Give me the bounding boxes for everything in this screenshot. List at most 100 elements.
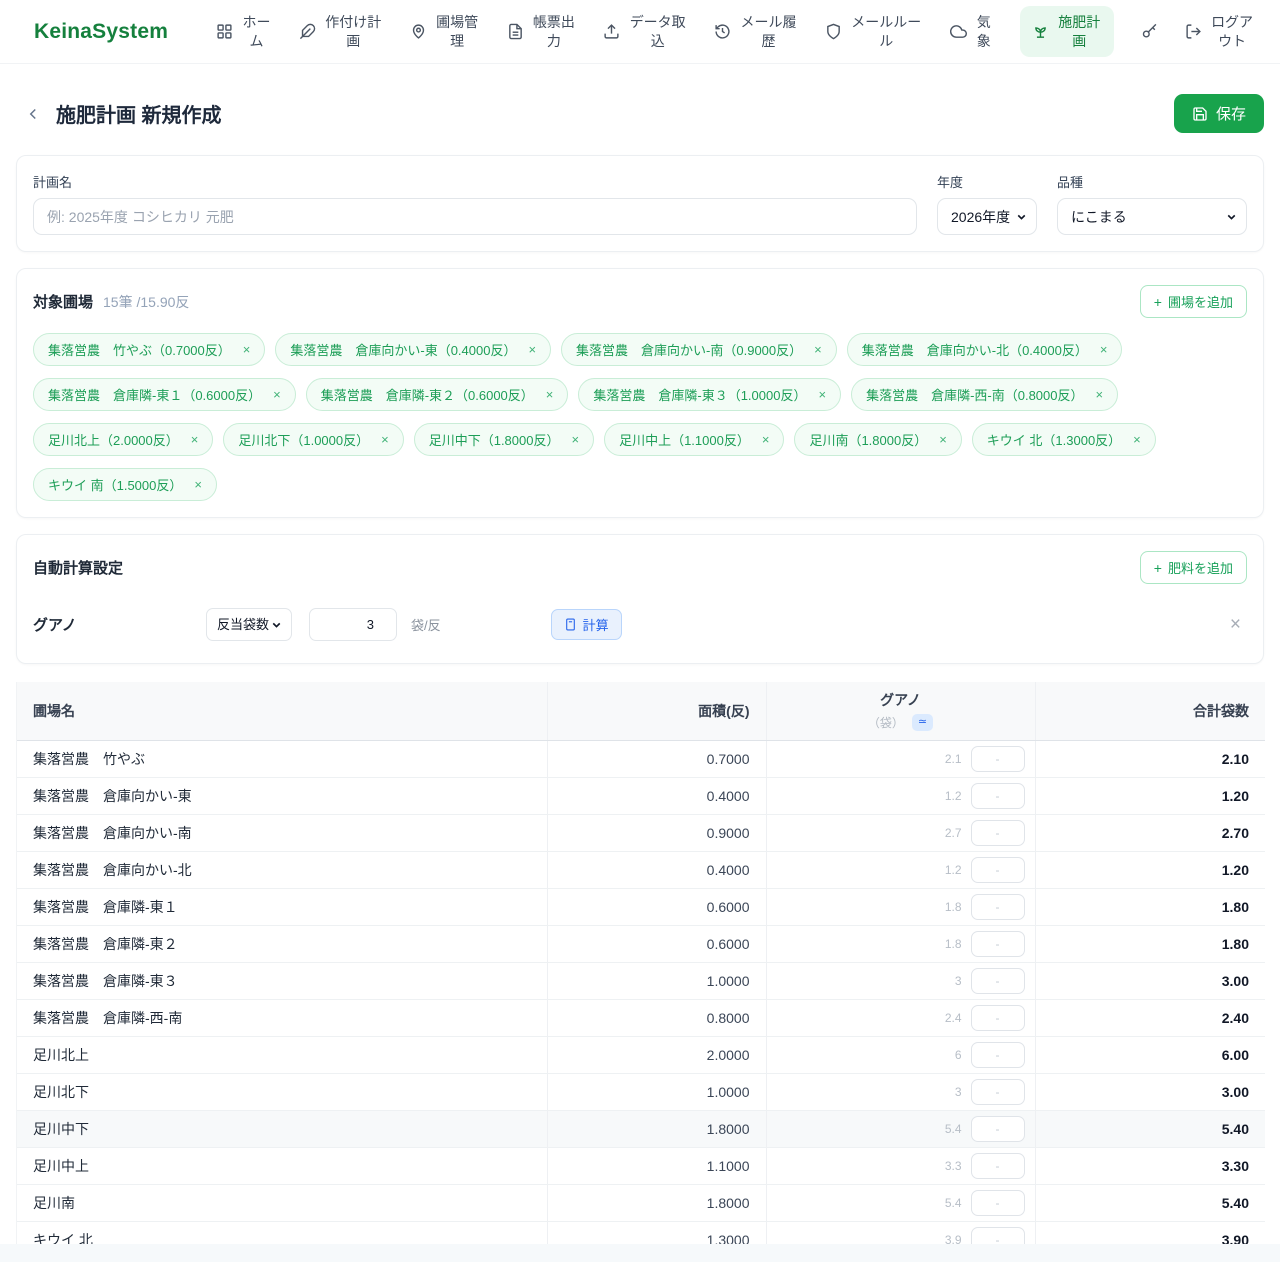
total-bags-cell: 2.10 bbox=[1035, 740, 1265, 777]
override-bags-input[interactable] bbox=[971, 894, 1025, 920]
remove-tag-icon[interactable]: × bbox=[381, 432, 389, 447]
override-bags-input[interactable] bbox=[971, 1042, 1025, 1068]
remove-tag-icon[interactable]: × bbox=[194, 477, 202, 492]
override-bags-input[interactable] bbox=[971, 1153, 1025, 1179]
auto-calculated-value: 2.7 bbox=[945, 826, 962, 840]
document-icon bbox=[507, 23, 524, 40]
override-bags-input[interactable] bbox=[971, 1079, 1025, 1105]
remove-tag-icon[interactable]: × bbox=[571, 432, 579, 447]
fertilizer-cell: 1.8 bbox=[766, 925, 1035, 962]
nav-item-data-import[interactable]: データ取込 bbox=[603, 13, 687, 51]
override-bags-input[interactable] bbox=[971, 931, 1025, 957]
remove-tag-icon[interactable]: × bbox=[814, 342, 822, 357]
remove-tag-icon[interactable]: × bbox=[762, 432, 770, 447]
nav-item-label: 施肥計画 bbox=[1057, 13, 1102, 51]
table-row: 足川北上2.000066.00 bbox=[17, 1036, 1265, 1073]
nav-item-field-management[interactable]: 圃場管理 bbox=[410, 13, 480, 51]
nav-item-mail-history[interactable]: メール履歴 bbox=[714, 13, 798, 51]
field-name-cell: 足川中下 bbox=[17, 1110, 547, 1147]
override-bags-input[interactable] bbox=[971, 820, 1025, 846]
field-tag-label: 足川北上（2.0000反） bbox=[48, 430, 179, 449]
override-bags-input[interactable] bbox=[971, 968, 1025, 994]
calculate-button[interactable]: 計算 bbox=[551, 609, 622, 640]
table-row: 集落営農 倉庫隣-東２0.60001.81.80 bbox=[17, 925, 1265, 962]
variety-label: 品種 bbox=[1057, 172, 1247, 191]
variety-select[interactable]: にこまる bbox=[1057, 198, 1247, 235]
logout-icon bbox=[1185, 23, 1202, 40]
field-tag: 集落営農 倉庫向かい-南（0.9000反）× bbox=[561, 333, 837, 366]
auto-calc-card: 自動計算設定 + 肥料を追加 グアノ 反当袋数 袋/反 計算 × bbox=[16, 534, 1264, 664]
area-cell: 1.8000 bbox=[547, 1184, 766, 1221]
remove-tag-icon[interactable]: × bbox=[273, 387, 281, 402]
key-icon bbox=[1141, 23, 1158, 40]
header-fertilizer-name: グアノ bbox=[777, 690, 1025, 710]
remove-tag-icon[interactable]: × bbox=[243, 342, 251, 357]
remove-fertilizer-icon[interactable]: × bbox=[1230, 615, 1247, 634]
remove-tag-icon[interactable]: × bbox=[1095, 387, 1103, 402]
remove-tag-icon[interactable]: × bbox=[191, 432, 199, 447]
app-logo[interactable]: KeinaSystem bbox=[34, 20, 168, 44]
add-field-button[interactable]: + 圃場を追加 bbox=[1140, 285, 1247, 318]
nav-item-mail-rules[interactable]: メールルール bbox=[825, 13, 923, 51]
plan-name-input[interactable] bbox=[33, 198, 917, 235]
area-cell: 0.6000 bbox=[547, 925, 766, 962]
field-table-body: 集落営農 竹やぶ0.70002.12.10集落営農 倉庫向かい-東0.40001… bbox=[17, 740, 1265, 1262]
override-bags-input[interactable] bbox=[971, 1005, 1025, 1031]
field-tag: 足川中下（1.8000反）× bbox=[414, 423, 594, 456]
table-row: 足川南1.80005.45.40 bbox=[17, 1184, 1265, 1221]
table-row: 集落営農 倉庫隣-東１0.60001.81.80 bbox=[17, 888, 1265, 925]
field-tag-label: 集落営農 倉庫向かい-東（0.4000反） bbox=[290, 340, 516, 359]
nav-item-label: ログアウト bbox=[1210, 13, 1255, 51]
nav-item-fertilization-plan[interactable]: 施肥計画 bbox=[1020, 6, 1114, 58]
nav-item-logout[interactable]: ログアウト bbox=[1185, 13, 1255, 51]
nav-item-key[interactable] bbox=[1141, 23, 1158, 40]
plan-name-label: 計画名 bbox=[33, 172, 917, 191]
approx-toggle-badge[interactable]: ≃ bbox=[912, 714, 933, 731]
auto-calculated-value: 5.4 bbox=[945, 1196, 962, 1210]
fields-table: 圃場名 面積(反) グアノ （袋） ≃ 合計袋数 集落営農 竹やぶ0.70002… bbox=[16, 682, 1264, 1262]
override-bags-input[interactable] bbox=[971, 1116, 1025, 1142]
fertilizer-cell: 3 bbox=[766, 1073, 1035, 1110]
table-row: 集落営農 倉庫向かい-東0.40001.21.20 bbox=[17, 777, 1265, 814]
feather-icon bbox=[299, 23, 316, 40]
auto-calculated-value: 3 bbox=[955, 1085, 962, 1099]
remove-tag-icon[interactable]: × bbox=[528, 342, 536, 357]
remove-tag-icon[interactable]: × bbox=[1133, 432, 1141, 447]
area-cell: 2.0000 bbox=[547, 1036, 766, 1073]
auto-calculated-value: 2.1 bbox=[945, 752, 962, 766]
override-bags-input[interactable] bbox=[971, 783, 1025, 809]
save-button[interactable]: 保存 bbox=[1174, 94, 1264, 133]
grid-icon bbox=[216, 23, 233, 40]
field-tag: 足川北上（2.0000反） × bbox=[33, 423, 213, 456]
field-tag-label: 集落営農 倉庫隣-東１（0.6000反） bbox=[48, 385, 261, 404]
back-button[interactable] bbox=[24, 105, 42, 123]
page-title: 施肥計画 新規作成 bbox=[56, 99, 222, 128]
field-tag: 足川中上（1.1000反）× bbox=[604, 423, 784, 456]
nav-item-weather[interactable]: 気象 bbox=[950, 13, 993, 51]
nav-item-home[interactable]: ホーム bbox=[216, 13, 272, 51]
year-select[interactable]: 2026年度 bbox=[937, 198, 1037, 235]
calc-mode-select[interactable]: 反当袋数 bbox=[206, 608, 292, 641]
area-cell: 0.4000 bbox=[547, 777, 766, 814]
total-bags-cell: 5.40 bbox=[1035, 1110, 1265, 1147]
fertilizer-cell: 2.1 bbox=[766, 740, 1035, 777]
header-fertilizer-unit: （袋） bbox=[868, 714, 904, 731]
nav-item-report-output[interactable]: 帳票出力 bbox=[507, 13, 577, 51]
remove-tag-icon[interactable]: × bbox=[1100, 342, 1108, 357]
remove-tag-icon[interactable]: × bbox=[546, 387, 554, 402]
area-cell: 0.7000 bbox=[547, 740, 766, 777]
rate-input[interactable] bbox=[309, 608, 397, 641]
override-bags-input[interactable] bbox=[971, 1190, 1025, 1216]
header-field-name: 圃場名 bbox=[17, 682, 547, 740]
total-bags-cell: 3.30 bbox=[1035, 1147, 1265, 1184]
remove-tag-icon[interactable]: × bbox=[818, 387, 826, 402]
add-fertilizer-button[interactable]: + 肥料を追加 bbox=[1140, 551, 1247, 584]
nav-item-planting-plan[interactable]: 作付け計画 bbox=[299, 13, 383, 51]
field-name-cell: 足川南 bbox=[17, 1184, 547, 1221]
override-bags-input[interactable] bbox=[971, 857, 1025, 883]
override-bags-input[interactable] bbox=[971, 746, 1025, 772]
total-bags-cell: 2.70 bbox=[1035, 814, 1265, 851]
remove-tag-icon[interactable]: × bbox=[939, 432, 947, 447]
field-name-cell: 足川中上 bbox=[17, 1147, 547, 1184]
header-area: 面積(反) bbox=[547, 682, 766, 740]
